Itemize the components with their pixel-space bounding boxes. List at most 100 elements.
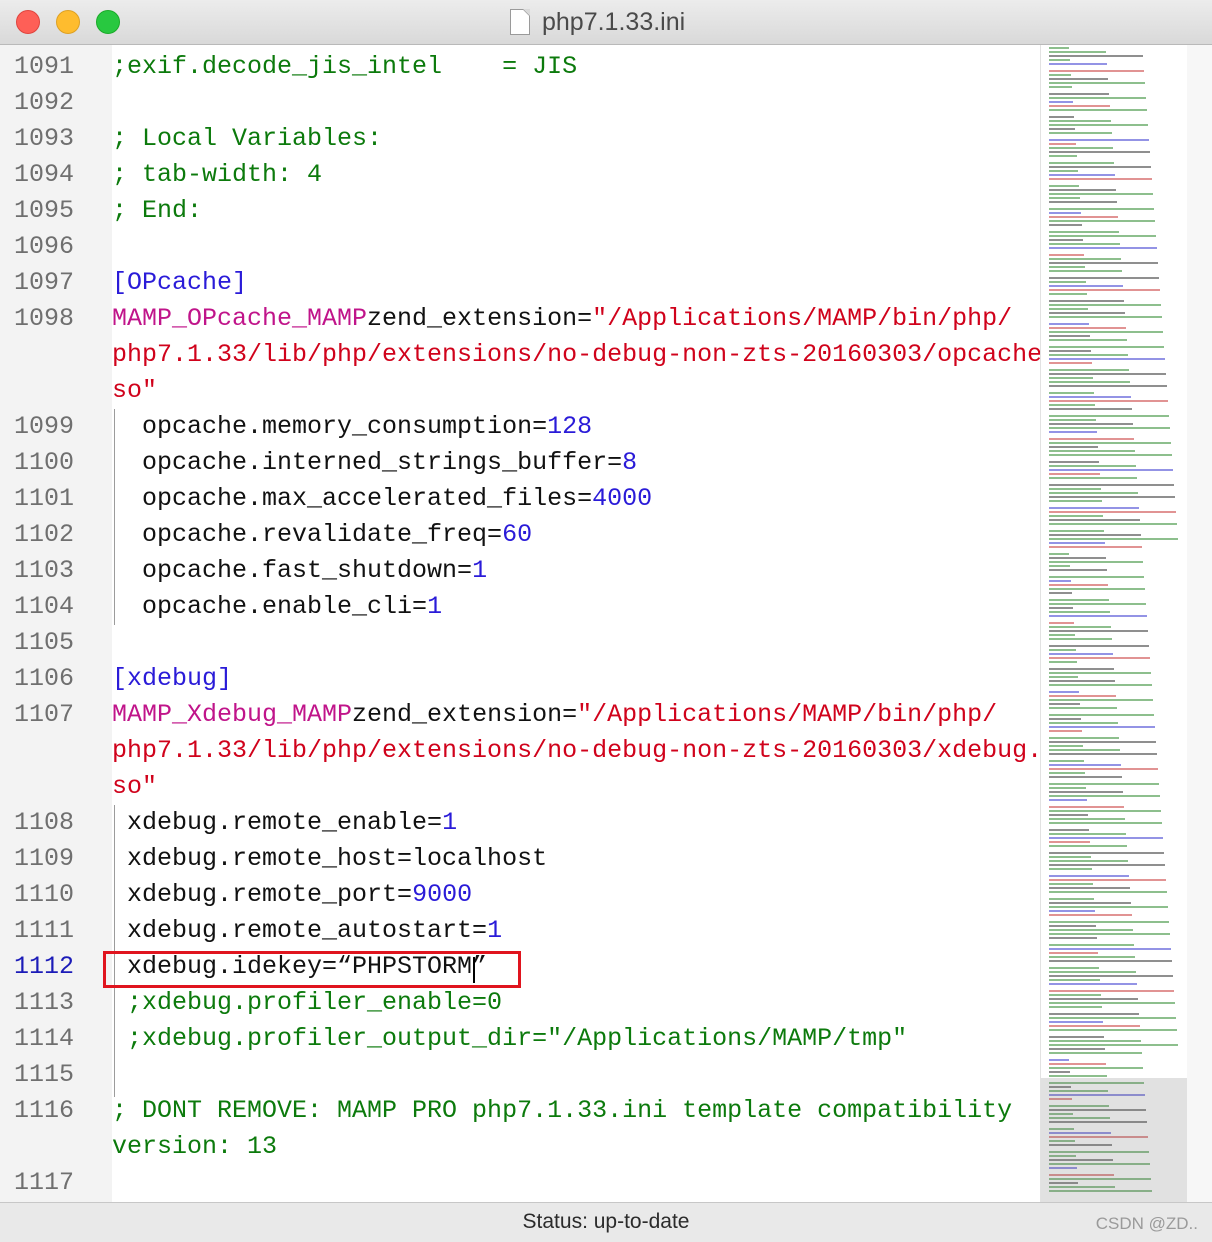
minimap-viewport[interactable] (1041, 1078, 1187, 1202)
minimap-row (1049, 454, 1172, 456)
line-number: 1096 (14, 232, 75, 261)
code-line[interactable]: 1108 xdebug.remote_enable=1 (0, 805, 1040, 841)
minimap-row (1049, 714, 1154, 716)
minimap-row (1049, 427, 1170, 429)
code-line[interactable]: 1100 opcache.interned_strings_buffer=8 (0, 445, 1040, 481)
minimap-row (1049, 400, 1168, 402)
code-line[interactable]: 1109 xdebug.remote_host=localhost (0, 841, 1040, 877)
minimize-window-button[interactable] (56, 10, 80, 34)
minimap-row (1049, 408, 1132, 410)
code-line[interactable]: 1103 opcache.fast_shutdown=1 (0, 553, 1040, 589)
zoom-window-button[interactable] (96, 10, 120, 34)
code-token: "/Applications/MAMP/bin/php/ (577, 700, 998, 729)
code-line[interactable]: php7.1.33/lib/php/extensions/no-debug-no… (0, 337, 1040, 373)
minimap-row (1049, 983, 1137, 985)
minimap-row (1049, 833, 1126, 835)
code-line[interactable]: 1102 opcache.revalidate_freq=60 (0, 517, 1040, 553)
vertical-scrollbar[interactable] (1187, 45, 1212, 1202)
minimap-row (1049, 910, 1095, 912)
line-code: opcache.memory_consumption=128 (112, 409, 592, 445)
code-token: 1 (427, 592, 443, 621)
line-number: 1106 (14, 664, 75, 693)
minimap-row (1049, 960, 1172, 962)
line-number: 1104 (14, 592, 75, 621)
code-editor[interactable]: 1091 ;exif.decode_jis_intel = JIS 1092 1093… (0, 45, 1040, 1202)
minimap-row (1049, 63, 1107, 65)
minimap-row (1049, 906, 1168, 908)
minimap-row (1049, 1071, 1070, 1073)
minimap-row (1049, 415, 1169, 417)
line-code: ;xdebug.profiler_enable=0 (112, 985, 502, 1021)
line-number: 1110 (14, 880, 75, 909)
code-line[interactable]: 1106 [xdebug] (0, 661, 1040, 697)
minimap-row (1049, 139, 1149, 141)
code-line[interactable]: 1096 (0, 229, 1040, 265)
code-line[interactable]: 1117 (0, 1165, 1040, 1201)
code-line[interactable]: 1111 xdebug.remote_autostart=1 (0, 913, 1040, 949)
code-token: MAMP_OPcache_MAMP (112, 304, 368, 333)
line-number: 1109 (14, 844, 75, 873)
code-line[interactable]: 1115 (0, 1057, 1040, 1093)
close-window-button[interactable] (16, 10, 40, 34)
minimap-row (1049, 55, 1143, 57)
minimap-row (1049, 737, 1119, 739)
line-number: 1108 (14, 808, 75, 837)
code-line[interactable]: version: 13 (0, 1129, 1040, 1165)
code-line[interactable]: 1094 ; tab-width: 4 (0, 157, 1040, 193)
line-code: opcache.fast_shutdown=1 (112, 553, 487, 589)
code-token: ; End: (112, 196, 203, 225)
minimap-row (1049, 603, 1146, 605)
code-line[interactable]: 1095 ; End: (0, 193, 1040, 229)
minimap-row (1049, 327, 1126, 329)
minimap-row (1049, 703, 1080, 705)
minimap-row (1049, 730, 1082, 732)
minimap-row (1049, 323, 1089, 325)
code-line[interactable]: 1113 ;xdebug.profiler_enable=0 (0, 985, 1040, 1021)
minimap-row (1049, 377, 1093, 379)
minimap-row (1049, 661, 1077, 663)
minimap[interactable] (1040, 45, 1212, 1202)
minimap-row (1049, 285, 1123, 287)
code-line[interactable]: 1110 xdebug.remote_port=9000 (0, 877, 1040, 913)
minimap-row (1049, 373, 1166, 375)
code-line[interactable]: 1091 ;exif.decode_jis_intel = JIS (0, 49, 1040, 85)
code-line[interactable]: so" (0, 769, 1040, 805)
minimap-row (1049, 120, 1111, 122)
minimap-row (1049, 346, 1164, 348)
code-token: so" (112, 772, 158, 801)
code-line[interactable]: 1114 ;xdebug.profiler_output_dir="/Appli… (0, 1021, 1040, 1057)
minimap-row (1049, 312, 1125, 314)
code-line[interactable]: 1105 (0, 625, 1040, 661)
minimap-row (1049, 51, 1106, 53)
code-line[interactable]: 1098 MAMP_OPcache_MAMPzend_extension="/Ap… (0, 301, 1040, 337)
minimap-row (1049, 254, 1084, 256)
code-line[interactable]: 1107 MAMP_Xdebug_MAMPzend_extension="/App… (0, 697, 1040, 733)
code-line[interactable]: so" (0, 373, 1040, 409)
minimap-row (1049, 649, 1076, 651)
minimap-row (1049, 174, 1115, 176)
minimap-row (1049, 116, 1074, 118)
minimap-row (1049, 622, 1074, 624)
code-line[interactable]: 1092 (0, 85, 1040, 121)
code-line[interactable]: 1099 opcache.memory_consumption=128 (0, 409, 1040, 445)
minimap-row (1049, 829, 1089, 831)
minimap-row (1049, 304, 1161, 306)
minimap-row (1049, 231, 1119, 233)
code-line[interactable]: 1093 ; Local Variables: (0, 121, 1040, 157)
code-line[interactable]: 1097 [OPcache] (0, 265, 1040, 301)
minimap-row (1049, 645, 1149, 647)
code-line[interactable]: php7.1.33/lib/php/extensions/no-debug-no… (0, 733, 1040, 769)
code-line[interactable]: 1116 ; DONT REMOVE: MAMP PRO php7.1.33.in… (0, 1093, 1040, 1129)
code-line[interactable]: 1104 opcache.enable_cli=1 (0, 589, 1040, 625)
minimap-row (1049, 764, 1121, 766)
minimap-row (1049, 584, 1108, 586)
minimap-row (1049, 331, 1163, 333)
title-bar: php7.1.33.ini (0, 0, 1212, 45)
code-token: 128 (547, 412, 593, 441)
minimap-row (1049, 684, 1152, 686)
line-code: ; DONT REMOVE: MAMP PRO php7.1.33.ini te… (112, 1093, 1012, 1129)
minimap-row (1049, 553, 1069, 555)
minimap-row (1049, 668, 1114, 670)
minimap-row (1049, 419, 1096, 421)
code-line[interactable]: 1101 opcache.max_accelerated_files=4000 (0, 481, 1040, 517)
